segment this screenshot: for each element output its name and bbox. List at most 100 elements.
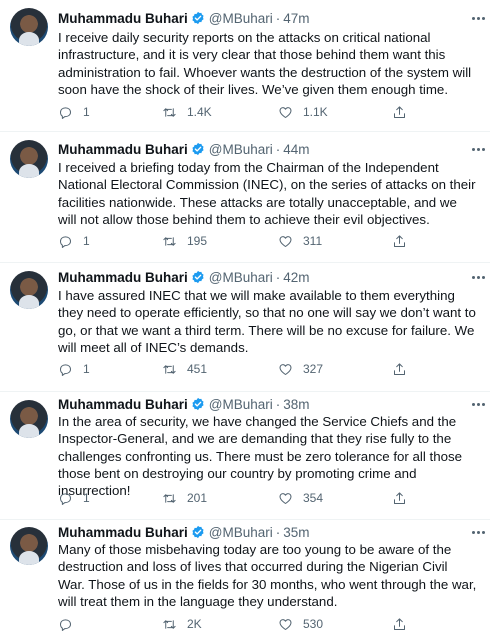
tweet-text: Many of those misbehaving today are too … xyxy=(58,542,477,609)
share-icon xyxy=(394,234,405,247)
tweet-header: Muhammadu Buhari @MBuhari · 38m xyxy=(58,395,480,413)
author-handle[interactable]: @MBuhari xyxy=(209,525,273,540)
reply-button[interactable] xyxy=(58,615,83,633)
tweet-text: In the area of security, we have changed… xyxy=(58,414,463,499)
like-count: 530 xyxy=(303,617,324,631)
reply-button[interactable]: 1 xyxy=(58,103,90,121)
separator-dot: · xyxy=(275,269,281,285)
author-name[interactable]: Muhammadu Buhari xyxy=(58,525,188,540)
retweet-button[interactable]: 1.4K xyxy=(162,103,212,121)
like-count: 311 xyxy=(303,234,323,248)
tweet[interactable]: Muhammadu Buhari @MBuhari · 44m I receiv… xyxy=(0,132,490,263)
more-options-icon[interactable] xyxy=(470,140,486,158)
share-button[interactable] xyxy=(392,615,407,633)
verified-badge-icon xyxy=(192,11,204,25)
like-button[interactable]: 354 xyxy=(278,489,323,507)
tweet-header: Muhammadu Buhari @MBuhari · 44m xyxy=(58,140,480,158)
retweet-button[interactable]: 2K xyxy=(162,615,202,633)
more-options-icon[interactable] xyxy=(470,523,486,541)
share-button[interactable] xyxy=(392,232,407,250)
tweet-timestamp[interactable]: 44m xyxy=(283,142,309,157)
retweet-button[interactable]: 451 xyxy=(162,360,207,378)
heart-icon xyxy=(279,618,292,630)
tweet-actions: 1 1.4K 1.1K xyxy=(58,103,418,121)
retweet-icon xyxy=(163,493,176,503)
retweet-button[interactable]: 195 xyxy=(162,232,207,250)
reply-icon xyxy=(60,106,71,119)
heart-icon xyxy=(279,106,292,118)
reply-icon xyxy=(60,492,71,505)
more-options-icon[interactable] xyxy=(470,395,486,413)
retweet-count: 451 xyxy=(187,362,208,376)
share-icon xyxy=(394,491,405,504)
reply-button[interactable]: 1 xyxy=(58,489,90,507)
verified-badge-icon xyxy=(192,270,204,284)
author-name[interactable]: Muhammadu Buhari xyxy=(58,142,188,157)
share-icon xyxy=(394,105,405,118)
like-button[interactable]: 311 xyxy=(278,232,322,250)
tweet-actions: 1 195 311 xyxy=(58,232,418,250)
separator-dot: · xyxy=(275,396,281,412)
tweet-header: Muhammadu Buhari @MBuhari · 42m xyxy=(58,268,480,286)
share-icon xyxy=(394,617,405,630)
reply-button[interactable]: 1 xyxy=(58,360,90,378)
more-options-icon[interactable] xyxy=(470,268,486,286)
retweet-icon xyxy=(163,619,176,629)
reply-count: 1 xyxy=(83,105,90,119)
avatar[interactable] xyxy=(10,527,48,565)
retweet-icon xyxy=(163,107,176,117)
tweet-actions: 2K 530 xyxy=(58,615,418,633)
heart-icon xyxy=(279,492,292,504)
tweet[interactable]: Muhammadu Buhari @MBuhari · 35m Many of … xyxy=(0,520,490,640)
like-button[interactable]: 327 xyxy=(278,360,323,378)
avatar[interactable] xyxy=(10,271,48,309)
reply-icon xyxy=(60,363,71,376)
share-button[interactable] xyxy=(392,489,407,507)
tweet-timestamp[interactable]: 35m xyxy=(283,525,309,540)
verified-badge-icon xyxy=(192,142,204,156)
tweet[interactable]: Muhammadu Buhari @MBuhari · 47m I receiv… xyxy=(0,0,490,132)
author-name[interactable]: Muhammadu Buhari xyxy=(58,11,188,26)
author-handle[interactable]: @MBuhari xyxy=(209,11,273,26)
author-handle[interactable]: @MBuhari xyxy=(209,397,273,412)
tweet[interactable]: Muhammadu Buhari @MBuhari · 38m In the a… xyxy=(0,392,490,520)
avatar[interactable] xyxy=(10,8,48,46)
avatar[interactable] xyxy=(10,140,48,178)
avatar[interactable] xyxy=(10,400,48,438)
reply-count: 1 xyxy=(83,234,90,248)
like-button[interactable]: 530 xyxy=(278,615,323,633)
like-button[interactable]: 1.1K xyxy=(278,103,328,121)
author-name[interactable]: Muhammadu Buhari xyxy=(58,270,188,285)
tweet-actions: 1 451 327 xyxy=(58,360,418,378)
retweet-count: 201 xyxy=(187,491,208,505)
more-options-icon[interactable] xyxy=(470,9,486,27)
share-icon xyxy=(394,362,405,375)
like-count: 327 xyxy=(303,362,324,376)
reply-icon xyxy=(60,618,71,631)
tweet-timestamp[interactable]: 42m xyxy=(283,270,309,285)
author-handle[interactable]: @MBuhari xyxy=(209,142,273,157)
retweet-count: 195 xyxy=(187,234,208,248)
verified-badge-icon xyxy=(192,397,204,411)
tweet-timestamp[interactable]: 38m xyxy=(283,397,309,412)
like-count: 1.1K xyxy=(303,105,328,119)
share-button[interactable] xyxy=(392,360,407,378)
separator-dot: · xyxy=(275,10,281,26)
tweet[interactable]: Muhammadu Buhari @MBuhari · 42m I have a… xyxy=(0,263,490,392)
tweet-timestamp[interactable]: 47m xyxy=(283,11,309,26)
tweet-feed: Muhammadu Buhari @MBuhari · 47m I receiv… xyxy=(0,0,490,640)
verified-badge-icon xyxy=(192,525,204,539)
retweet-icon xyxy=(163,236,176,246)
retweet-button[interactable]: 201 xyxy=(162,489,207,507)
author-handle[interactable]: @MBuhari xyxy=(209,270,273,285)
tweet-text: I have assured INEC that we will make av… xyxy=(58,288,476,355)
reply-button[interactable]: 1 xyxy=(58,232,90,250)
share-button[interactable] xyxy=(392,103,407,121)
tweet-actions: 1 201 354 xyxy=(58,489,418,507)
separator-dot: · xyxy=(275,524,281,540)
retweet-icon xyxy=(163,364,176,374)
reply-count: 1 xyxy=(83,362,90,376)
author-name[interactable]: Muhammadu Buhari xyxy=(58,397,188,412)
tweet-text: I received a briefing today from the Cha… xyxy=(58,160,476,227)
tweet-header: Muhammadu Buhari @MBuhari · 47m xyxy=(58,9,480,27)
